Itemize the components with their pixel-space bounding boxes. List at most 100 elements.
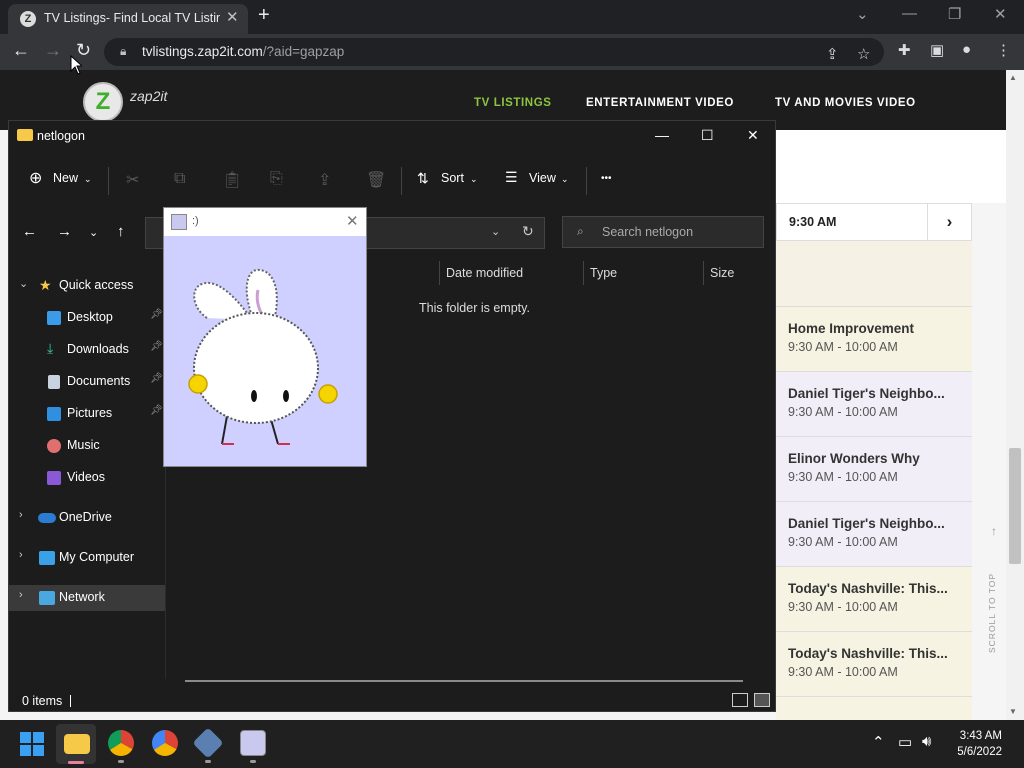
share-icon[interactable]: ⇪ bbox=[826, 45, 839, 63]
bunny-character-icon[interactable] bbox=[182, 268, 348, 453]
details-view-icon[interactable] bbox=[732, 693, 748, 707]
nav-pictures[interactable]: Pictures 📌︎ bbox=[9, 401, 165, 427]
menu-icon[interactable]: ⋮ bbox=[996, 41, 1011, 59]
listing-row[interactable]: Daniel Tiger's Neighbo... 9:30 AM - 10:0… bbox=[776, 372, 972, 437]
listing-row[interactable]: Today's Nashville: This... 9:30 AM - 10:… bbox=[776, 632, 972, 697]
nav-onedrive[interactable]: › OneDrive bbox=[9, 505, 165, 531]
nav-documents[interactable]: Documents 📌︎ bbox=[9, 369, 165, 395]
listing-row[interactable]: Daniel Tiger's Neighbo... 9:30 AM - 10:0… bbox=[776, 502, 972, 567]
desktop-icon bbox=[47, 311, 61, 325]
restore-icon[interactable]: ❐ bbox=[948, 5, 961, 23]
listing-row[interactable]: Home Improvement 9:30 AM - 10:00 AM bbox=[776, 307, 972, 372]
popup-close-icon[interactable]: ✕ bbox=[346, 212, 359, 230]
scroll-down-icon[interactable]: ▼ bbox=[1009, 707, 1017, 716]
bookmark-star-icon[interactable]: ☆ bbox=[857, 45, 870, 63]
nav-label: My Computer bbox=[59, 550, 135, 564]
listing-row-partial bbox=[776, 697, 972, 720]
new-tab-icon[interactable]: + bbox=[258, 4, 270, 27]
new-plus-icon: ⊕ bbox=[29, 170, 43, 187]
next-time-arrow-icon[interactable]: › bbox=[927, 204, 971, 240]
listing-row[interactable]: Elinor Wonders Why 9:30 AM - 10:00 AM bbox=[776, 437, 972, 502]
listing-row[interactable]: Today's Nashville: This... 9:30 AM - 10:… bbox=[776, 567, 972, 632]
up-folder-icon[interactable]: ↑ bbox=[117, 223, 125, 240]
extensions-icon[interactable]: ✚ bbox=[898, 41, 911, 59]
explorer-maximize-icon[interactable]: ☐ bbox=[701, 127, 714, 144]
view-button[interactable]: View bbox=[529, 171, 556, 185]
page-scrollbar[interactable] bbox=[1006, 70, 1024, 720]
nav-desktop[interactable]: Desktop 📌︎ bbox=[9, 305, 165, 331]
copy-icon[interactable]: ⧉ bbox=[174, 170, 185, 188]
listing-title: Today's Nashville: This... bbox=[788, 581, 948, 596]
chrome-canary-taskbar-icon[interactable] bbox=[152, 730, 178, 756]
search-placeholder: Search netlogon bbox=[602, 225, 694, 239]
popup-title-bar[interactable]: :) ✕ bbox=[164, 208, 366, 236]
browser-tab[interactable]: Z TV Listings- Find Local TV Listings ✕ bbox=[8, 4, 248, 34]
nav-my-computer[interactable]: › My Computer bbox=[9, 545, 165, 571]
new-button[interactable]: New bbox=[53, 171, 78, 185]
minimize-icon[interactable]: — bbox=[902, 5, 917, 22]
nav-music[interactable]: Music bbox=[9, 433, 165, 459]
page-scrollbar-thumb[interactable] bbox=[1009, 448, 1021, 564]
tiles-view-icon[interactable] bbox=[754, 693, 770, 707]
network-app-taskbar-icon[interactable] bbox=[192, 727, 224, 759]
scroll-to-top-button[interactable]: SCROLL TO TOP bbox=[982, 570, 1002, 660]
sort-button[interactable]: Sort bbox=[441, 171, 464, 185]
address-dropdown-icon[interactable]: ⌄ bbox=[491, 225, 500, 238]
nav-tv-and-movies-video[interactable]: TV AND MOVIES VIDEO bbox=[775, 97, 916, 109]
nav-quick-access[interactable]: ⌄ ★ Quick access bbox=[9, 273, 165, 299]
nav-videos[interactable]: Videos bbox=[9, 465, 165, 491]
recent-locations-icon[interactable]: ⌄ bbox=[89, 226, 98, 239]
chevron-right-icon: › bbox=[19, 509, 23, 521]
active-app-indicator bbox=[68, 761, 84, 764]
file-explorer-taskbar-icon[interactable] bbox=[64, 734, 90, 754]
bunny-app-taskbar-icon[interactable] bbox=[240, 730, 266, 756]
paste-icon[interactable]: 📋︎ bbox=[222, 170, 242, 190]
delete-icon[interactable]: 🗑︎ bbox=[366, 170, 386, 190]
explorer-minimize-icon[interactable]: — bbox=[655, 127, 669, 143]
nav-downloads[interactable]: ⤓ Downloads 📌︎ bbox=[9, 337, 165, 363]
windows-start-icon[interactable] bbox=[20, 732, 44, 756]
volume-icon[interactable]: 🔊︎ bbox=[922, 733, 931, 750]
chevron-down-icon: ⌄ bbox=[470, 174, 478, 184]
explorer-close-icon[interactable]: ✕ bbox=[747, 127, 759, 144]
close-tab-icon[interactable]: ✕ bbox=[226, 8, 239, 26]
rename-icon[interactable]: ⎘ bbox=[270, 170, 283, 188]
back-icon[interactable]: ← bbox=[12, 40, 30, 61]
column-divider bbox=[703, 261, 704, 285]
scroll-up-icon[interactable]: ▲ bbox=[1009, 73, 1017, 82]
forward-icon[interactable]: → bbox=[44, 40, 62, 61]
pin-icon: 📌︎ bbox=[150, 341, 163, 352]
horizontal-scrollbar[interactable] bbox=[185, 680, 743, 682]
zap2it-logo-icon[interactable]: Z bbox=[83, 82, 123, 122]
computer-icon bbox=[39, 551, 55, 565]
nav-entertainment-video[interactable]: ENTERTAINMENT VIDEO bbox=[586, 97, 734, 109]
nav-tv-listings[interactable]: TV LISTINGS bbox=[474, 97, 552, 109]
column-date-modified[interactable]: Date modified bbox=[446, 266, 523, 280]
navigation-pane: ⌄ ★ Quick access Desktop 📌︎ ⤓ Downloads … bbox=[9, 259, 165, 679]
search-input[interactable]: ⌕ Search netlogon bbox=[562, 216, 764, 248]
address-bar[interactable]: 🔒︎ tvlistings.zap2it.com/?aid=gapzap ⇪ ☆ bbox=[104, 38, 884, 66]
logo-text[interactable]: zap2it bbox=[130, 88, 167, 104]
more-options-button[interactable]: ••• bbox=[601, 173, 612, 184]
browser-tab-bar: Z TV Listings- Find Local TV Listings ✕ … bbox=[0, 0, 1024, 34]
column-size[interactable]: Size bbox=[710, 266, 734, 280]
close-window-icon[interactable]: ✕ bbox=[994, 5, 1007, 23]
share-icon[interactable]: ⇪ bbox=[318, 170, 331, 190]
side-panel-icon[interactable]: ▣ bbox=[930, 41, 944, 59]
tray-overflow-icon[interactable]: ⌃ bbox=[872, 733, 885, 751]
column-type[interactable]: Type bbox=[590, 266, 617, 280]
explorer-back-icon[interactable]: ← bbox=[22, 223, 37, 240]
clock[interactable]: 3:43 AM 5/6/2022 bbox=[942, 728, 1002, 760]
refresh-icon[interactable]: ↻ bbox=[522, 223, 534, 240]
listing-title: Today's Nashville: This... bbox=[788, 646, 948, 661]
network-status-icon[interactable]: ▭ bbox=[898, 733, 912, 751]
chrome-taskbar-icon[interactable] bbox=[108, 730, 134, 756]
explorer-forward-icon[interactable]: → bbox=[57, 223, 72, 240]
command-bar: ⊕ New ⌄ ✂ ⧉ 📋︎ ⎘ ⇪ 🗑︎ ⇅ Sort ⌄ ☰ View ⌄ … bbox=[9, 157, 775, 205]
cut-icon[interactable]: ✂ bbox=[126, 170, 139, 190]
nav-network[interactable]: › Network bbox=[9, 585, 165, 611]
profile-icon[interactable]: ● bbox=[962, 41, 971, 58]
item-count: 0 items bbox=[22, 694, 63, 708]
download-arrow-icon: ⤓ bbox=[47, 340, 54, 356]
tab-search-icon[interactable]: ⌄ bbox=[856, 5, 869, 23]
